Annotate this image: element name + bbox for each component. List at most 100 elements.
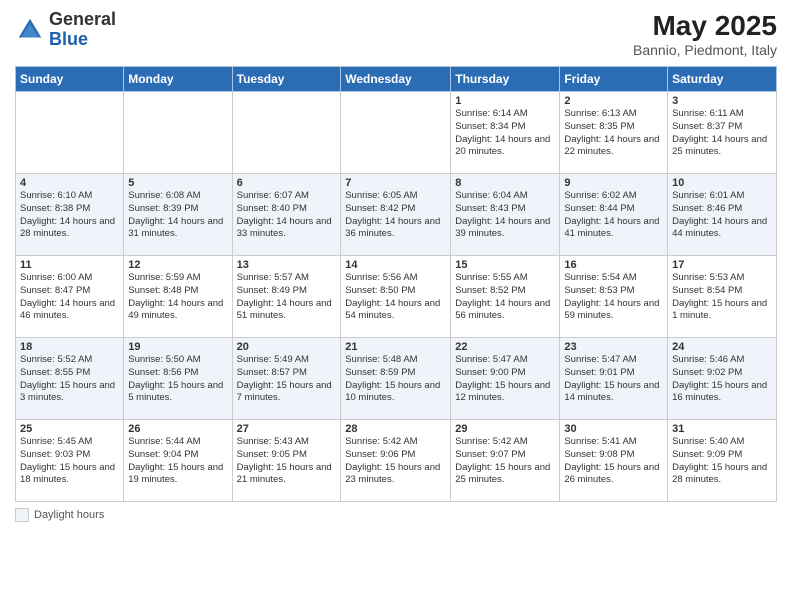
location: Bannio, Piedmont, Italy bbox=[633, 42, 777, 58]
calendar-day-15: 15Sunrise: 5:55 AM Sunset: 8:52 PM Dayli… bbox=[451, 256, 560, 338]
day-number: 7 bbox=[345, 177, 446, 189]
day-info: Sunrise: 6:01 AM Sunset: 8:46 PM Dayligh… bbox=[672, 190, 772, 241]
calendar-day-12: 12Sunrise: 5:59 AM Sunset: 8:48 PM Dayli… bbox=[124, 256, 232, 338]
calendar-day-22: 22Sunrise: 5:47 AM Sunset: 9:00 PM Dayli… bbox=[451, 338, 560, 420]
calendar-week-2: 4Sunrise: 6:10 AM Sunset: 8:38 PM Daylig… bbox=[16, 174, 777, 256]
day-info: Sunrise: 5:50 AM Sunset: 8:56 PM Dayligh… bbox=[128, 354, 227, 405]
day-number: 29 bbox=[455, 423, 555, 435]
calendar-day-8: 8Sunrise: 6:04 AM Sunset: 8:43 PM Daylig… bbox=[451, 174, 560, 256]
day-info: Sunrise: 5:57 AM Sunset: 8:49 PM Dayligh… bbox=[237, 272, 337, 323]
day-number: 19 bbox=[128, 341, 227, 353]
legend: Daylight hours bbox=[15, 508, 777, 522]
day-info: Sunrise: 5:41 AM Sunset: 9:08 PM Dayligh… bbox=[564, 436, 663, 487]
title-block: May 2025 Bannio, Piedmont, Italy bbox=[633, 10, 777, 58]
day-info: Sunrise: 5:45 AM Sunset: 9:03 PM Dayligh… bbox=[20, 436, 119, 487]
day-info: Sunrise: 6:04 AM Sunset: 8:43 PM Dayligh… bbox=[455, 190, 555, 241]
calendar-day-19: 19Sunrise: 5:50 AM Sunset: 8:56 PM Dayli… bbox=[124, 338, 232, 420]
day-info: Sunrise: 5:56 AM Sunset: 8:50 PM Dayligh… bbox=[345, 272, 446, 323]
day-info: Sunrise: 5:42 AM Sunset: 9:06 PM Dayligh… bbox=[345, 436, 446, 487]
day-number: 2 bbox=[564, 95, 663, 107]
calendar-day-26: 26Sunrise: 5:44 AM Sunset: 9:04 PM Dayli… bbox=[124, 420, 232, 502]
day-info: Sunrise: 5:40 AM Sunset: 9:09 PM Dayligh… bbox=[672, 436, 772, 487]
day-info: Sunrise: 6:00 AM Sunset: 8:47 PM Dayligh… bbox=[20, 272, 119, 323]
day-number: 13 bbox=[237, 259, 337, 271]
day-number: 8 bbox=[455, 177, 555, 189]
calendar-day-28: 28Sunrise: 5:42 AM Sunset: 9:06 PM Dayli… bbox=[341, 420, 451, 502]
logo-general-label: General bbox=[49, 10, 116, 30]
day-number: 27 bbox=[237, 423, 337, 435]
day-info: Sunrise: 5:47 AM Sunset: 9:00 PM Dayligh… bbox=[455, 354, 555, 405]
month-title: May 2025 bbox=[633, 10, 777, 42]
calendar-day-3: 3Sunrise: 6:11 AM Sunset: 8:37 PM Daylig… bbox=[668, 92, 777, 174]
day-info: Sunrise: 6:14 AM Sunset: 8:34 PM Dayligh… bbox=[455, 108, 555, 159]
day-number: 26 bbox=[128, 423, 227, 435]
calendar-day-21: 21Sunrise: 5:48 AM Sunset: 8:59 PM Dayli… bbox=[341, 338, 451, 420]
day-info: Sunrise: 5:55 AM Sunset: 8:52 PM Dayligh… bbox=[455, 272, 555, 323]
calendar-empty-cell bbox=[124, 92, 232, 174]
calendar-header-row: SundayMondayTuesdayWednesdayThursdayFrid… bbox=[16, 67, 777, 92]
calendar-day-18: 18Sunrise: 5:52 AM Sunset: 8:55 PM Dayli… bbox=[16, 338, 124, 420]
day-info: Sunrise: 6:11 AM Sunset: 8:37 PM Dayligh… bbox=[672, 108, 772, 159]
calendar-day-25: 25Sunrise: 5:45 AM Sunset: 9:03 PM Dayli… bbox=[16, 420, 124, 502]
calendar-day-11: 11Sunrise: 6:00 AM Sunset: 8:47 PM Dayli… bbox=[16, 256, 124, 338]
calendar-weekday-monday: Monday bbox=[124, 67, 232, 92]
day-info: Sunrise: 5:46 AM Sunset: 9:02 PM Dayligh… bbox=[672, 354, 772, 405]
legend-label: Daylight hours bbox=[34, 509, 104, 521]
calendar-day-24: 24Sunrise: 5:46 AM Sunset: 9:02 PM Dayli… bbox=[668, 338, 777, 420]
day-number: 4 bbox=[20, 177, 119, 189]
day-number: 11 bbox=[20, 259, 119, 271]
day-number: 5 bbox=[128, 177, 227, 189]
day-info: Sunrise: 6:02 AM Sunset: 8:44 PM Dayligh… bbox=[564, 190, 663, 241]
logo: General Blue bbox=[15, 10, 116, 50]
calendar-day-23: 23Sunrise: 5:47 AM Sunset: 9:01 PM Dayli… bbox=[560, 338, 668, 420]
calendar-weekday-thursday: Thursday bbox=[451, 67, 560, 92]
day-info: Sunrise: 5:54 AM Sunset: 8:53 PM Dayligh… bbox=[564, 272, 663, 323]
day-info: Sunrise: 5:52 AM Sunset: 8:55 PM Dayligh… bbox=[20, 354, 119, 405]
day-number: 25 bbox=[20, 423, 119, 435]
calendar-day-30: 30Sunrise: 5:41 AM Sunset: 9:08 PM Dayli… bbox=[560, 420, 668, 502]
day-info: Sunrise: 5:59 AM Sunset: 8:48 PM Dayligh… bbox=[128, 272, 227, 323]
calendar-day-4: 4Sunrise: 6:10 AM Sunset: 8:38 PM Daylig… bbox=[16, 174, 124, 256]
calendar-day-13: 13Sunrise: 5:57 AM Sunset: 8:49 PM Dayli… bbox=[232, 256, 341, 338]
calendar-weekday-wednesday: Wednesday bbox=[341, 67, 451, 92]
calendar-empty-cell bbox=[16, 92, 124, 174]
calendar-day-2: 2Sunrise: 6:13 AM Sunset: 8:35 PM Daylig… bbox=[560, 92, 668, 174]
header: General Blue May 2025 Bannio, Piedmont, … bbox=[15, 10, 777, 58]
calendar-empty-cell bbox=[232, 92, 341, 174]
day-info: Sunrise: 5:48 AM Sunset: 8:59 PM Dayligh… bbox=[345, 354, 446, 405]
calendar-day-14: 14Sunrise: 5:56 AM Sunset: 8:50 PM Dayli… bbox=[341, 256, 451, 338]
calendar-day-1: 1Sunrise: 6:14 AM Sunset: 8:34 PM Daylig… bbox=[451, 92, 560, 174]
calendar-week-1: 1Sunrise: 6:14 AM Sunset: 8:34 PM Daylig… bbox=[16, 92, 777, 174]
calendar-empty-cell bbox=[341, 92, 451, 174]
calendar-week-3: 11Sunrise: 6:00 AM Sunset: 8:47 PM Dayli… bbox=[16, 256, 777, 338]
page: General Blue May 2025 Bannio, Piedmont, … bbox=[0, 0, 792, 612]
day-number: 16 bbox=[564, 259, 663, 271]
day-number: 9 bbox=[564, 177, 663, 189]
calendar-weekday-tuesday: Tuesday bbox=[232, 67, 341, 92]
calendar-table: SundayMondayTuesdayWednesdayThursdayFrid… bbox=[15, 66, 777, 502]
calendar-day-29: 29Sunrise: 5:42 AM Sunset: 9:07 PM Dayli… bbox=[451, 420, 560, 502]
day-number: 28 bbox=[345, 423, 446, 435]
day-info: Sunrise: 6:07 AM Sunset: 8:40 PM Dayligh… bbox=[237, 190, 337, 241]
day-number: 12 bbox=[128, 259, 227, 271]
calendar-weekday-sunday: Sunday bbox=[16, 67, 124, 92]
day-number: 30 bbox=[564, 423, 663, 435]
day-number: 17 bbox=[672, 259, 772, 271]
legend-box bbox=[15, 508, 29, 522]
calendar-day-5: 5Sunrise: 6:08 AM Sunset: 8:39 PM Daylig… bbox=[124, 174, 232, 256]
logo-text: General Blue bbox=[49, 10, 116, 50]
calendar-day-6: 6Sunrise: 6:07 AM Sunset: 8:40 PM Daylig… bbox=[232, 174, 341, 256]
day-info: Sunrise: 5:47 AM Sunset: 9:01 PM Dayligh… bbox=[564, 354, 663, 405]
calendar-day-27: 27Sunrise: 5:43 AM Sunset: 9:05 PM Dayli… bbox=[232, 420, 341, 502]
day-number: 31 bbox=[672, 423, 772, 435]
calendar-day-9: 9Sunrise: 6:02 AM Sunset: 8:44 PM Daylig… bbox=[560, 174, 668, 256]
day-number: 24 bbox=[672, 341, 772, 353]
day-info: Sunrise: 5:49 AM Sunset: 8:57 PM Dayligh… bbox=[237, 354, 337, 405]
day-info: Sunrise: 6:13 AM Sunset: 8:35 PM Dayligh… bbox=[564, 108, 663, 159]
calendar-week-4: 18Sunrise: 5:52 AM Sunset: 8:55 PM Dayli… bbox=[16, 338, 777, 420]
day-info: Sunrise: 5:43 AM Sunset: 9:05 PM Dayligh… bbox=[237, 436, 337, 487]
calendar-day-7: 7Sunrise: 6:05 AM Sunset: 8:42 PM Daylig… bbox=[341, 174, 451, 256]
day-number: 20 bbox=[237, 341, 337, 353]
day-number: 23 bbox=[564, 341, 663, 353]
day-number: 21 bbox=[345, 341, 446, 353]
